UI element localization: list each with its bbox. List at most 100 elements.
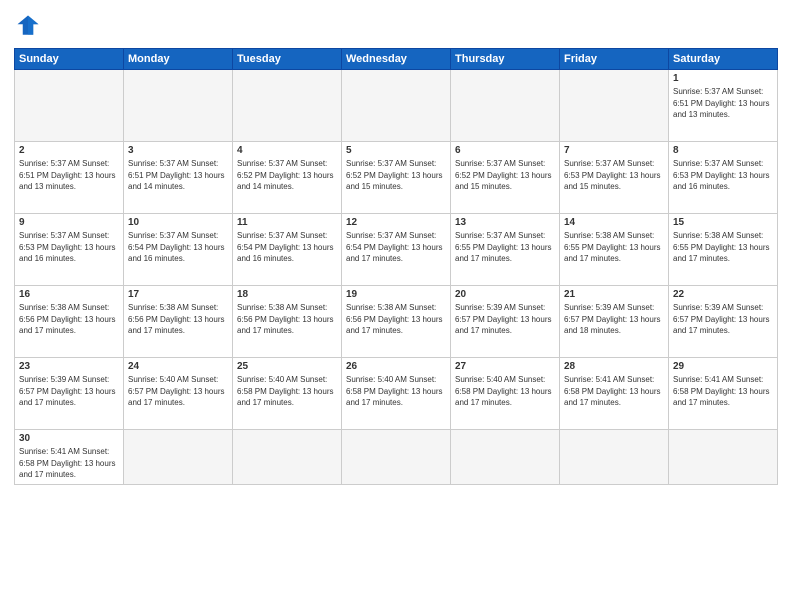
calendar-table: SundayMondayTuesdayWednesdayThursdayFrid… bbox=[14, 48, 778, 485]
day-info: Sunrise: 5:41 AM Sunset: 6:58 PM Dayligh… bbox=[673, 374, 773, 409]
calendar-cell: 14 Sunrise: 5:38 AM Sunset: 6:55 PM Dayli… bbox=[560, 214, 669, 286]
calendar-week-row: 23Sunrise: 5:39 AM Sunset: 6:57 PM Dayli… bbox=[15, 358, 778, 430]
calendar-cell: 4 Sunrise: 5:37 AM Sunset: 6:52 PM Daylig… bbox=[233, 142, 342, 214]
day-info: Sunrise: 5:37 AM Sunset: 6:53 PM Dayligh… bbox=[673, 158, 773, 193]
calendar-cell: 9 Sunrise: 5:37 AM Sunset: 6:53 PM Daylig… bbox=[15, 214, 124, 286]
day-info: Sunrise: 5:38 AM Sunset: 6:55 PM Dayligh… bbox=[564, 230, 664, 265]
day-number: 5 bbox=[346, 145, 446, 156]
day-number: 9 bbox=[19, 217, 119, 228]
day-number: 14 bbox=[564, 217, 664, 228]
calendar-cell bbox=[560, 430, 669, 485]
page: SundayMondayTuesdayWednesdayThursdayFrid… bbox=[0, 0, 792, 495]
day-number: 4 bbox=[237, 145, 337, 156]
weekday-header-friday: Friday bbox=[560, 49, 669, 70]
weekday-header-saturday: Saturday bbox=[669, 49, 778, 70]
day-info: Sunrise: 5:38 AM Sunset: 6:56 PM Dayligh… bbox=[128, 302, 228, 337]
calendar-cell: 15 Sunrise: 5:38 AM Sunset: 6:55 PM Dayli… bbox=[669, 214, 778, 286]
day-info: Sunrise: 5:38 AM Sunset: 6:56 PM Dayligh… bbox=[346, 302, 446, 337]
logo-icon bbox=[14, 12, 42, 40]
day-number: 8 bbox=[673, 145, 773, 156]
calendar-cell: 2Sunrise: 5:37 AM Sunset: 6:51 PM Daylig… bbox=[15, 142, 124, 214]
day-number: 15 bbox=[673, 217, 773, 228]
day-info: Sunrise: 5:40 AM Sunset: 6:57 PM Dayligh… bbox=[128, 374, 228, 409]
calendar-cell bbox=[124, 430, 233, 485]
day-info: Sunrise: 5:37 AM Sunset: 6:51 PM Dayligh… bbox=[19, 158, 119, 193]
day-number: 20 bbox=[455, 289, 555, 300]
day-number: 21 bbox=[564, 289, 664, 300]
calendar-week-row: 16Sunrise: 5:38 AM Sunset: 6:56 PM Dayli… bbox=[15, 286, 778, 358]
day-number: 29 bbox=[673, 361, 773, 372]
calendar-cell: 10 Sunrise: 5:37 AM Sunset: 6:54 PM Dayli… bbox=[124, 214, 233, 286]
calendar-cell: 27Sunrise: 5:40 AM Sunset: 6:58 PM Dayli… bbox=[451, 358, 560, 430]
calendar-cell: 22 Sunrise: 5:39 AM Sunset: 6:57 PM Dayli… bbox=[669, 286, 778, 358]
calendar-cell: 16Sunrise: 5:38 AM Sunset: 6:56 PM Dayli… bbox=[15, 286, 124, 358]
day-number: 1 bbox=[673, 73, 773, 84]
calendar-cell bbox=[233, 430, 342, 485]
calendar-cell: 20Sunrise: 5:39 AM Sunset: 6:57 PM Dayli… bbox=[451, 286, 560, 358]
calendar-week-row: 30 Sunrise: 5:41 AM Sunset: 6:58 PM Dayli… bbox=[15, 430, 778, 485]
calendar-week-row: 9 Sunrise: 5:37 AM Sunset: 6:53 PM Daylig… bbox=[15, 214, 778, 286]
day-number: 6 bbox=[455, 145, 555, 156]
day-info: Sunrise: 5:37 AM Sunset: 6:52 PM Dayligh… bbox=[237, 158, 337, 193]
day-number: 19 bbox=[346, 289, 446, 300]
calendar-cell bbox=[342, 430, 451, 485]
calendar-cell: 23Sunrise: 5:39 AM Sunset: 6:57 PM Dayli… bbox=[15, 358, 124, 430]
weekday-header-row: SundayMondayTuesdayWednesdayThursdayFrid… bbox=[15, 49, 778, 70]
day-number: 3 bbox=[128, 145, 228, 156]
calendar-cell: 7Sunrise: 5:37 AM Sunset: 6:53 PM Daylig… bbox=[560, 142, 669, 214]
calendar-cell bbox=[15, 70, 124, 142]
calendar-cell: 5 Sunrise: 5:37 AM Sunset: 6:52 PM Daylig… bbox=[342, 142, 451, 214]
day-info: Sunrise: 5:37 AM Sunset: 6:52 PM Dayligh… bbox=[455, 158, 555, 193]
weekday-header-monday: Monday bbox=[124, 49, 233, 70]
calendar-cell bbox=[233, 70, 342, 142]
calendar-cell: 29 Sunrise: 5:41 AM Sunset: 6:58 PM Dayli… bbox=[669, 358, 778, 430]
weekday-header-sunday: Sunday bbox=[15, 49, 124, 70]
calendar-cell: 24 Sunrise: 5:40 AM Sunset: 6:57 PM Dayli… bbox=[124, 358, 233, 430]
day-info: Sunrise: 5:41 AM Sunset: 6:58 PM Dayligh… bbox=[19, 446, 119, 481]
day-info: Sunrise: 5:41 AM Sunset: 6:58 PM Dayligh… bbox=[564, 374, 664, 409]
calendar-cell: 17Sunrise: 5:38 AM Sunset: 6:56 PM Dayli… bbox=[124, 286, 233, 358]
day-number: 12 bbox=[346, 217, 446, 228]
day-number: 30 bbox=[19, 433, 119, 444]
day-number: 28 bbox=[564, 361, 664, 372]
calendar-cell: 25 Sunrise: 5:40 AM Sunset: 6:58 PM Dayli… bbox=[233, 358, 342, 430]
day-number: 11 bbox=[237, 217, 337, 228]
calendar-cell: 11 Sunrise: 5:37 AM Sunset: 6:54 PM Dayli… bbox=[233, 214, 342, 286]
calendar-cell: 26 Sunrise: 5:40 AM Sunset: 6:58 PM Dayli… bbox=[342, 358, 451, 430]
day-info: Sunrise: 5:37 AM Sunset: 6:53 PM Dayligh… bbox=[19, 230, 119, 265]
calendar-cell bbox=[451, 430, 560, 485]
calendar-cell: 12 Sunrise: 5:37 AM Sunset: 6:54 PM Dayli… bbox=[342, 214, 451, 286]
day-number: 24 bbox=[128, 361, 228, 372]
calendar-cell: 28 Sunrise: 5:41 AM Sunset: 6:58 PM Dayli… bbox=[560, 358, 669, 430]
day-info: Sunrise: 5:37 AM Sunset: 6:53 PM Dayligh… bbox=[564, 158, 664, 193]
day-number: 25 bbox=[237, 361, 337, 372]
day-info: Sunrise: 5:37 AM Sunset: 6:51 PM Dayligh… bbox=[128, 158, 228, 193]
day-number: 13 bbox=[455, 217, 555, 228]
day-info: Sunrise: 5:37 AM Sunset: 6:55 PM Dayligh… bbox=[455, 230, 555, 265]
day-info: Sunrise: 5:37 AM Sunset: 6:54 PM Dayligh… bbox=[128, 230, 228, 265]
calendar-cell: 18Sunrise: 5:38 AM Sunset: 6:56 PM Dayli… bbox=[233, 286, 342, 358]
calendar-cell bbox=[342, 70, 451, 142]
day-info: Sunrise: 5:37 AM Sunset: 6:54 PM Dayligh… bbox=[346, 230, 446, 265]
day-number: 26 bbox=[346, 361, 446, 372]
day-number: 18 bbox=[237, 289, 337, 300]
calendar-cell: 19 Sunrise: 5:38 AM Sunset: 6:56 PM Dayli… bbox=[342, 286, 451, 358]
logo bbox=[14, 12, 46, 40]
header bbox=[14, 12, 778, 40]
day-info: Sunrise: 5:40 AM Sunset: 6:58 PM Dayligh… bbox=[346, 374, 446, 409]
day-info: Sunrise: 5:40 AM Sunset: 6:58 PM Dayligh… bbox=[237, 374, 337, 409]
day-number: 22 bbox=[673, 289, 773, 300]
day-info: Sunrise: 5:39 AM Sunset: 6:57 PM Dayligh… bbox=[673, 302, 773, 337]
calendar-cell: 21Sunrise: 5:39 AM Sunset: 6:57 PM Dayli… bbox=[560, 286, 669, 358]
day-info: Sunrise: 5:37 AM Sunset: 6:52 PM Dayligh… bbox=[346, 158, 446, 193]
calendar-cell bbox=[669, 430, 778, 485]
weekday-header-tuesday: Tuesday bbox=[233, 49, 342, 70]
day-info: Sunrise: 5:38 AM Sunset: 6:55 PM Dayligh… bbox=[673, 230, 773, 265]
day-info: Sunrise: 5:37 AM Sunset: 6:54 PM Dayligh… bbox=[237, 230, 337, 265]
day-number: 10 bbox=[128, 217, 228, 228]
calendar-cell: 1Sunrise: 5:37 AM Sunset: 6:51 PM Daylig… bbox=[669, 70, 778, 142]
weekday-header-thursday: Thursday bbox=[451, 49, 560, 70]
calendar-cell: 3 Sunrise: 5:37 AM Sunset: 6:51 PM Daylig… bbox=[124, 142, 233, 214]
weekday-header-wednesday: Wednesday bbox=[342, 49, 451, 70]
calendar-cell: 13 Sunrise: 5:37 AM Sunset: 6:55 PM Dayli… bbox=[451, 214, 560, 286]
